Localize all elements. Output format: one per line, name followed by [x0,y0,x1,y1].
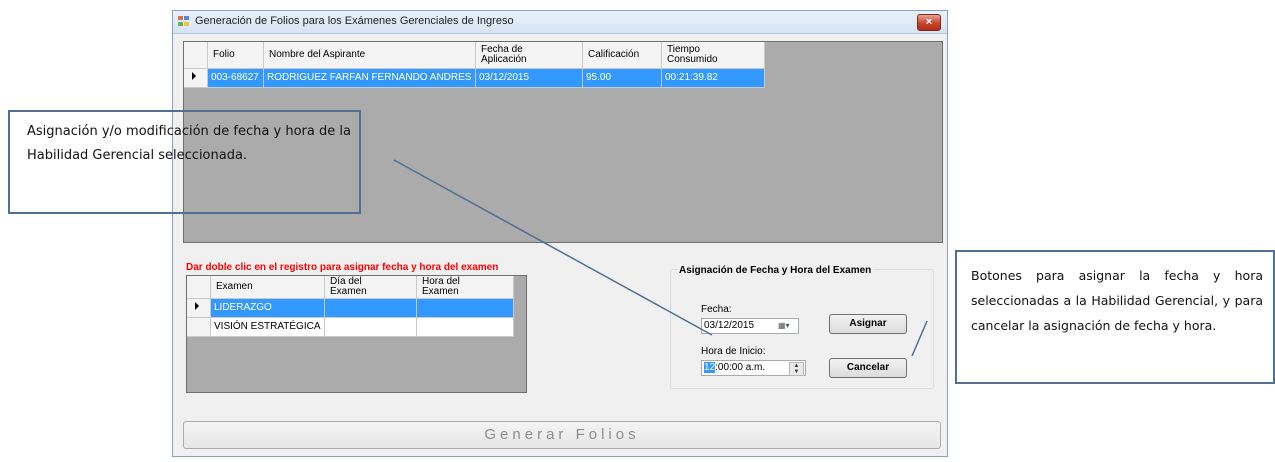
row-selector-arrow-icon [192,72,196,80]
app-icon [178,16,190,27]
cell-dia[interactable] [324,298,417,318]
cell-folio[interactable]: 003-68627 [207,68,264,88]
cell-examen[interactable]: LIDERAZGO [210,298,325,318]
assign-button[interactable]: Asignar [829,314,907,334]
hora-label: Hora de Inicio: [701,346,766,357]
instruction-text: Dar doble clic en el registro para asign… [186,262,499,273]
hora-hour-segment[interactable]: 12 [704,362,716,373]
fecha-label: Fecha: [701,304,732,315]
row-selector-arrow-icon [195,302,199,310]
col-fecha[interactable]: Fecha de Aplicación [475,42,583,69]
assignment-title: Asignación de Fecha y Hora del Examen [677,265,874,276]
generate-folios-button[interactable]: Generar Folios [183,421,941,449]
col-examen[interactable]: Examen [210,276,325,299]
cancel-button[interactable]: Cancelar [829,358,907,378]
fecha-value: 03/12/2015 [704,320,755,331]
hora-rest: :00:00 a.m. [715,362,766,373]
table-row[interactable]: LIDERAZGO [187,298,514,318]
col-dia[interactable]: Día del Examen [324,276,417,299]
cell-hora[interactable] [416,317,514,337]
col-hora[interactable]: Hora del Examen [416,276,514,299]
row-selector[interactable] [187,298,211,318]
close-icon: × [925,16,933,28]
main-window: Generación de Folios para los Exámenes G… [172,10,948,457]
col-calificacion[interactable]: Calificación [582,42,662,69]
close-button[interactable]: × [917,14,941,31]
right-callout: Botones para asignar la fecha y hora sel… [955,250,1275,384]
row-selector[interactable] [187,317,211,337]
assignment-groupbox: Asignación de Fecha y Hora del Examen Fe… [670,265,934,389]
cell-fecha[interactable]: 03/12/2015 [475,68,583,88]
cell-nombre[interactable]: RODRIGUEZ FARFAN FERNANDO ANDRES [263,68,476,88]
exams-header-row: Examen Día del Examen Hora del Examen [187,276,514,299]
table-row[interactable]: 003-68627 RODRIGUEZ FARFAN FERNANDO ANDR… [184,68,765,88]
hora-timepicker[interactable]: 12:00:00 a.m. ▲ ▼ [701,360,806,376]
fecha-datepicker[interactable]: 03/12/2015 ▦▾ [701,318,799,334]
row-header-corner [187,276,211,299]
folios-header-row: Folio Nombre del Aspirante Fecha de Apli… [184,42,765,69]
left-callout: Asignación y/o modificación de fecha y h… [8,110,361,214]
col-tiempo[interactable]: Tiempo Consumido [661,42,765,69]
row-selector[interactable] [184,68,208,88]
cell-calificacion[interactable]: 95.00 [582,68,662,88]
cell-tiempo[interactable]: 00:21:39.82 [661,68,765,88]
window-title: Generación de Folios para los Exámenes G… [195,15,514,27]
col-nombre[interactable]: Nombre del Aspirante [263,42,476,69]
cell-dia[interactable] [324,317,417,337]
col-folio[interactable]: Folio [207,42,264,69]
calendar-dropdown-icon[interactable]: ▦▾ [778,321,796,331]
title-bar: Generación de Folios para los Exámenes G… [173,11,947,34]
cell-hora[interactable] [416,298,514,318]
cell-examen[interactable]: VISIÓN ESTRATÉGICA [210,317,325,337]
spinner-icon[interactable]: ▲ ▼ [789,362,804,376]
row-header-corner [184,42,208,69]
table-row[interactable]: VISIÓN ESTRATÉGICA [187,317,514,337]
exams-grid[interactable]: Examen Día del Examen Hora del Examen LI… [186,275,527,393]
